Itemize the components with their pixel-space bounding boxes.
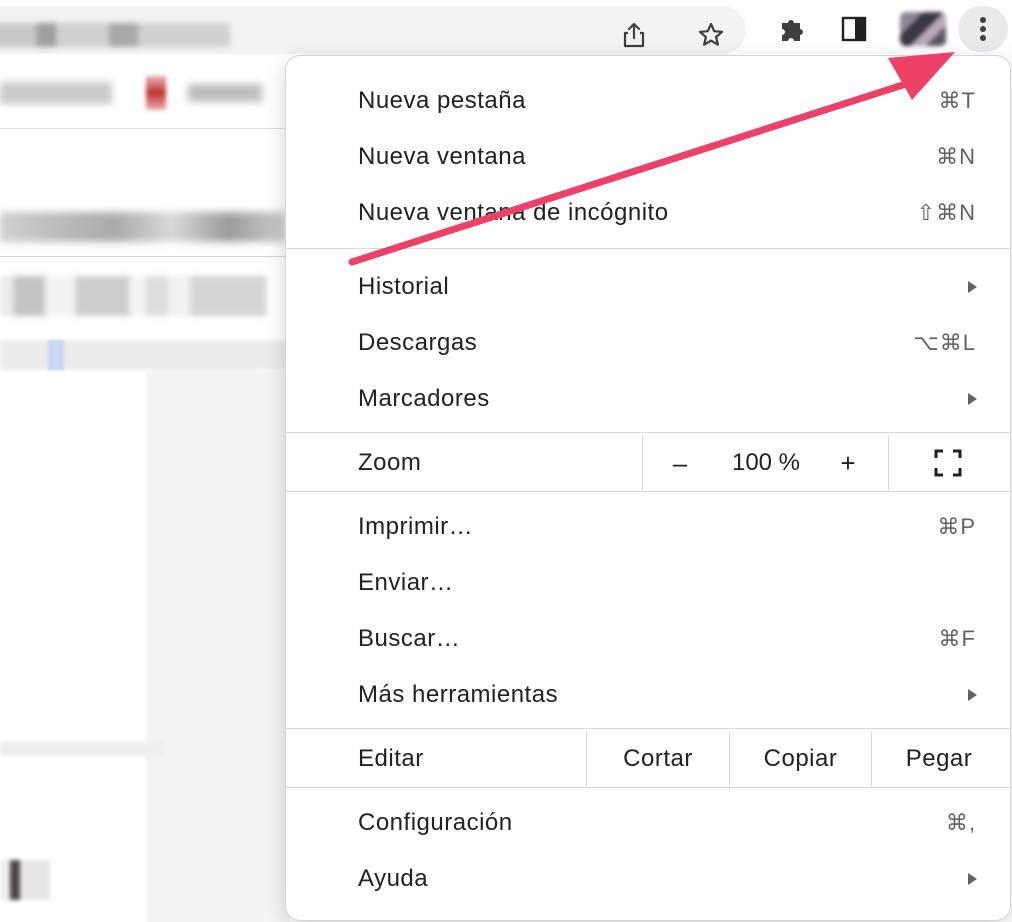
kebab-menu-icon[interactable] — [958, 6, 1008, 52]
menu-item-label: Ayuda — [358, 865, 429, 892]
page-column-blurred — [146, 370, 290, 922]
menu-separator — [286, 787, 1010, 788]
menu-item-shortcut: ⌘F — [938, 626, 976, 651]
share-icon[interactable] — [618, 19, 650, 51]
menu-item-label: Nueva ventana de incógnito — [358, 199, 669, 226]
url-text-blurred — [0, 23, 230, 47]
menu-item-label: Nueva ventana — [358, 143, 526, 170]
menu-item-label: Más herramientas — [358, 681, 559, 708]
bookmark-blurred[interactable] — [188, 84, 262, 102]
browser-toolbar — [0, 0, 1012, 58]
menu-item-shortcut: ⌘T — [938, 88, 976, 113]
menu-item-shortcut: ⌘N — [936, 144, 976, 169]
page-strip-blurred — [0, 742, 162, 756]
menu-row-edit: Editar Cortar Copiar Pegar — [286, 731, 1010, 787]
menu-item-shortcut: ⌥⌘L — [913, 330, 976, 355]
side-panel-icon[interactable] — [838, 13, 870, 45]
address-bar[interactable] — [0, 6, 746, 54]
menu-item-bookmarks[interactable]: Marcadores — [286, 371, 1010, 427]
zoom-level: 100 % — [731, 449, 801, 476]
menu-item-label: Historial — [358, 273, 450, 300]
page-band-blurred — [0, 340, 290, 370]
menu-item-label: Imprimir… — [358, 513, 474, 540]
menu-separator — [286, 432, 1010, 433]
menu-item-label: Nueva pestaña — [358, 87, 526, 114]
menu-item-label: Configuración — [358, 809, 513, 836]
menu-item-new-incognito-window[interactable]: Nueva ventana de incógnito ⇧⌘N — [286, 185, 1010, 241]
menu-item-new-tab[interactable]: Nueva pestaña ⌘T — [286, 73, 1010, 129]
menu-separator — [286, 491, 1010, 492]
menu-item-help[interactable]: Ayuda — [286, 851, 1010, 907]
zoom-divider — [888, 435, 889, 491]
submenu-arrow-icon — [968, 281, 977, 293]
page-title-blurred — [0, 212, 286, 242]
page-thumbnail-blurred — [0, 860, 50, 900]
menu-item-history[interactable]: Historial — [286, 259, 1010, 315]
menu-item-new-window[interactable]: Nueva ventana ⌘N — [286, 129, 1010, 185]
menu-item-shortcut: ⇧⌘N — [916, 200, 976, 225]
menu-item-find[interactable]: Buscar… ⌘F — [286, 611, 1010, 667]
menu-item-downloads[interactable]: Descargas ⌥⌘L — [286, 315, 1010, 371]
extensions-icon[interactable] — [776, 13, 808, 45]
edit-label: Editar — [358, 745, 424, 772]
profile-avatar[interactable] — [900, 12, 946, 46]
menu-separator — [286, 728, 1010, 729]
menu-item-label: Marcadores — [358, 385, 490, 412]
fullscreen-icon[interactable] — [934, 449, 962, 477]
menu-item-label: Buscar… — [358, 625, 461, 652]
menu-row-zoom: Zoom – 100 % + — [286, 435, 1010, 491]
menu-item-shortcut: ⌘P — [937, 514, 976, 539]
page-highlight-blurred — [48, 340, 64, 370]
cut-button[interactable]: Cortar — [587, 731, 729, 787]
zoom-out-button[interactable]: – — [660, 435, 700, 491]
menu-item-label: Enviar… — [358, 569, 454, 596]
copy-button[interactable]: Copiar — [730, 731, 871, 787]
bookmark-blurred[interactable] — [0, 82, 112, 104]
star-icon[interactable] — [695, 19, 727, 51]
zoom-label: Zoom — [358, 449, 422, 476]
submenu-arrow-icon — [968, 873, 977, 885]
zoom-in-button[interactable]: + — [828, 435, 868, 491]
zoom-divider — [642, 435, 643, 491]
menu-item-shortcut: ⌘, — [945, 810, 976, 835]
menu-item-more-tools[interactable]: Más herramientas — [286, 667, 1010, 723]
chrome-main-menu: Nueva pestaña ⌘T Nueva ventana ⌘N Nueva … — [286, 56, 1010, 920]
menu-item-settings[interactable]: Configuración ⌘, — [286, 795, 1010, 851]
submenu-arrow-icon — [968, 393, 977, 405]
menu-item-label: Descargas — [358, 329, 478, 356]
bookmark-favicon-blurred — [146, 76, 166, 110]
submenu-arrow-icon — [968, 689, 977, 701]
menu-separator — [286, 248, 1010, 249]
menu-item-print[interactable]: Imprimir… ⌘P — [286, 499, 1010, 555]
paste-button[interactable]: Pegar — [872, 731, 1006, 787]
divider — [0, 256, 286, 257]
menu-item-cast[interactable]: Enviar… — [286, 555, 1010, 611]
page-toolbar-blurred — [0, 276, 280, 316]
